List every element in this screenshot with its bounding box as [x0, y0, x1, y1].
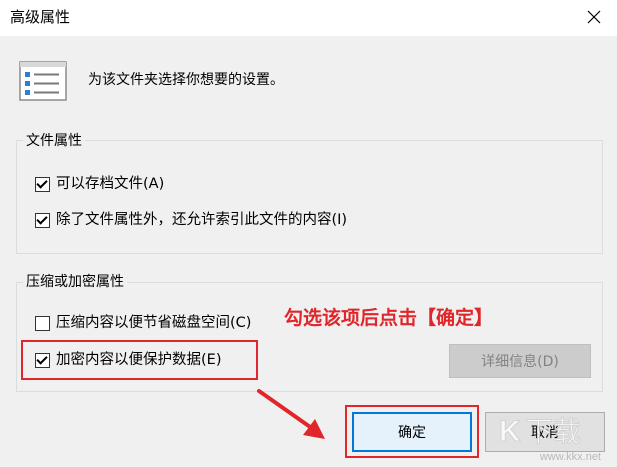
archive-label: 可以存档文件(A) [56, 176, 165, 192]
ok-button[interactable]: 确定 [352, 412, 472, 452]
advanced-attributes-dialog: 高级属性 为该文件夹选择你想要的设置。 文件属性 可以存档文件(A) 除了文件属… [0, 0, 617, 467]
archive-checkbox[interactable] [35, 176, 50, 192]
file-attributes-title: 文件属性 [23, 131, 85, 151]
close-icon [587, 10, 601, 24]
file-attributes-group [16, 140, 603, 254]
encrypt-label: 加密内容以便保护数据(E) [56, 352, 222, 368]
index-checkbox[interactable] [35, 212, 50, 228]
compress-checkbox-row[interactable]: 压缩内容以便节省磁盘空间(C) [35, 313, 251, 333]
index-label: 除了文件属性外，还允许索引此文件的内容(I) [56, 212, 348, 228]
archive-checkbox-row[interactable]: 可以存档文件(A) [35, 174, 164, 194]
list-settings-icon [19, 61, 67, 101]
dialog-description: 为该文件夹选择你想要的设置。 [88, 72, 284, 88]
index-checkbox-row[interactable]: 除了文件属性外，还允许索引此文件的内容(I) [35, 210, 347, 230]
close-button[interactable] [571, 0, 617, 34]
compress-encrypt-title: 压缩或加密属性 [23, 272, 127, 292]
instruction-annotation: 勾选该项后点击【确定】 [284, 307, 494, 329]
encrypt-checkbox-row[interactable]: 加密内容以便保护数据(E) [35, 350, 221, 370]
svg-text:下载: 下载 [525, 416, 581, 447]
arrow-icon [257, 389, 325, 439]
encrypt-checkbox[interactable] [35, 352, 50, 368]
details-button[interactable]: 详细信息(D) [449, 344, 591, 378]
svg-text:K: K [499, 415, 521, 448]
compress-label: 压缩内容以便节省磁盘空间(C) [56, 315, 252, 331]
compress-checkbox[interactable] [35, 315, 50, 331]
window-title: 高级属性 [10, 8, 71, 26]
watermark-text: www.kkx.net [539, 451, 601, 463]
title-bar: 高级属性 [0, 0, 617, 36]
